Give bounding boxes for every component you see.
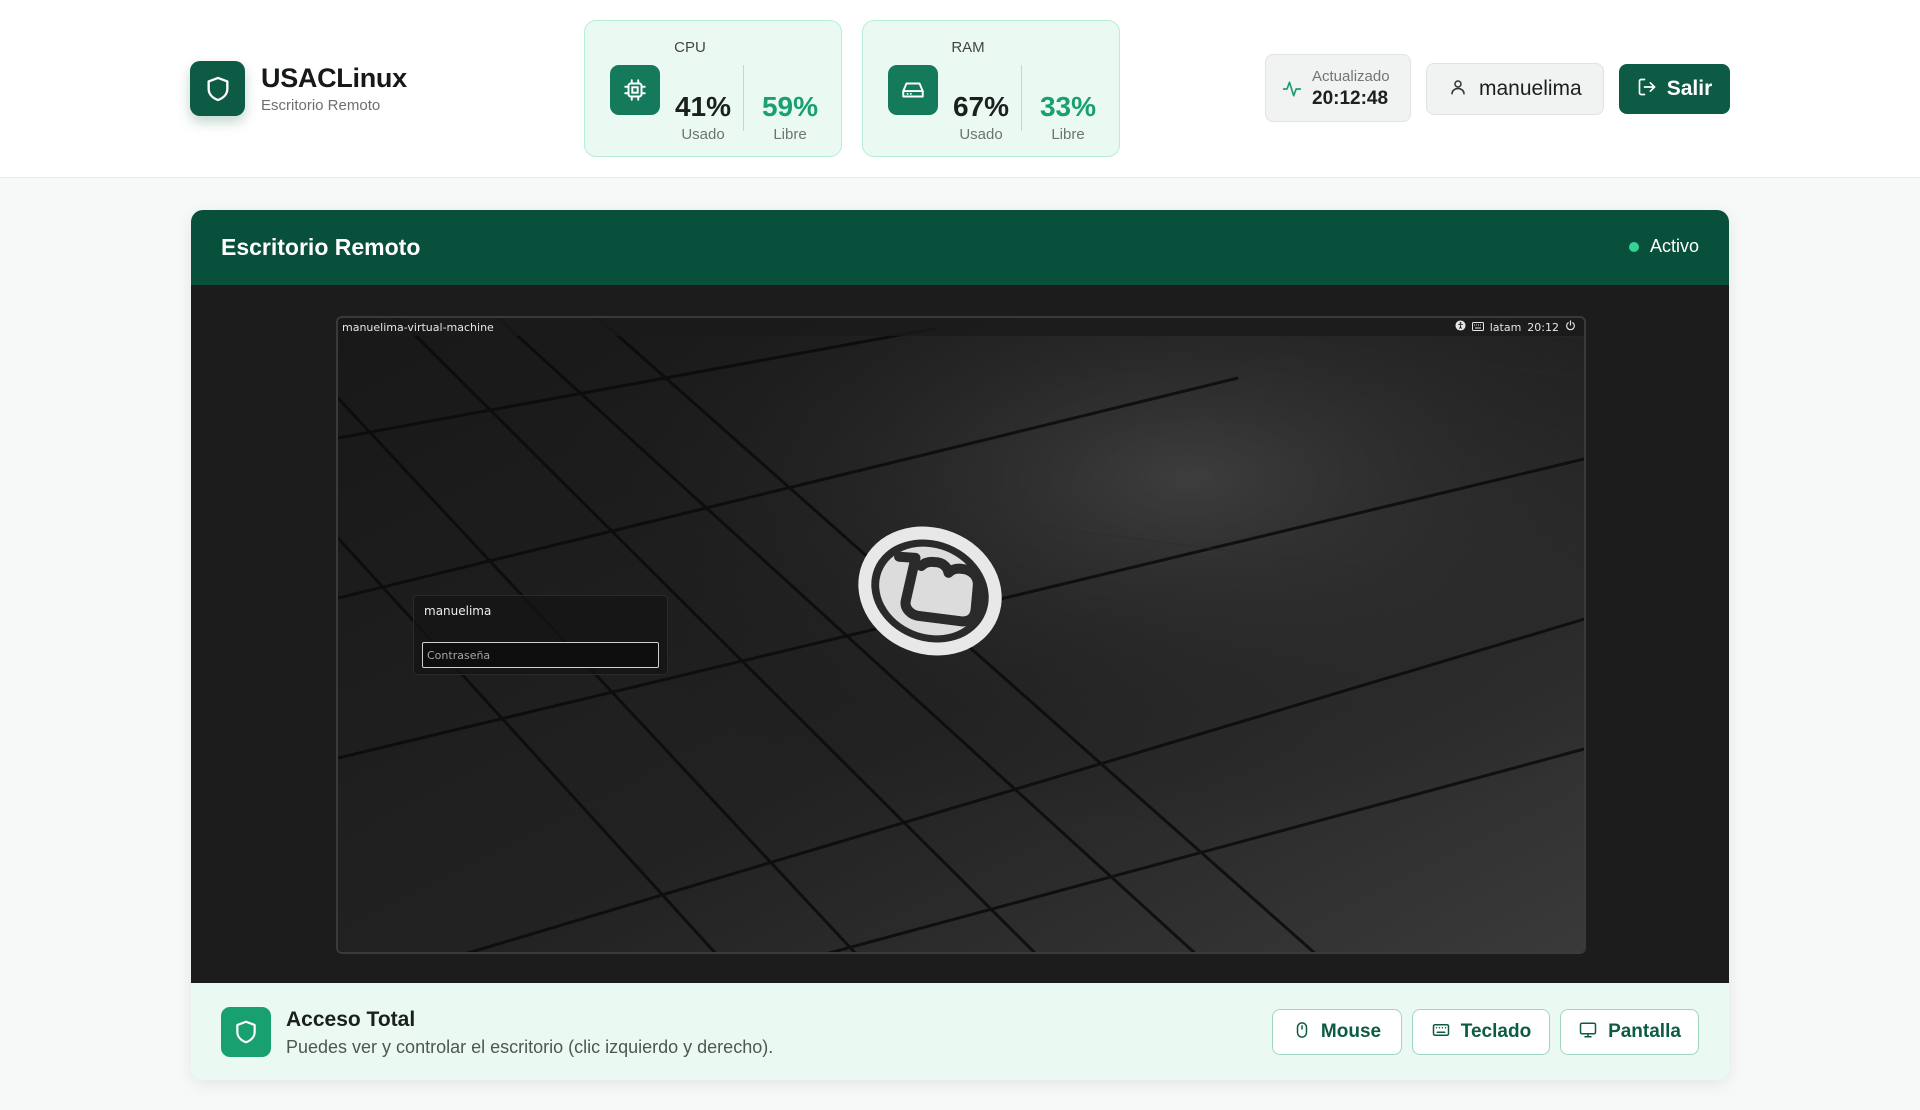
password-field[interactable] bbox=[422, 642, 659, 668]
updated-time: 20:12:48 bbox=[1312, 88, 1389, 109]
screen-button[interactable]: Pantalla bbox=[1560, 1009, 1699, 1055]
accessibility-icon[interactable] bbox=[1455, 320, 1466, 334]
keyboard-layout[interactable]: latam bbox=[1490, 321, 1522, 334]
shield-icon bbox=[221, 1007, 271, 1057]
keyboard-label: Teclado bbox=[1460, 1021, 1532, 1042]
activity-icon bbox=[1282, 79, 1302, 104]
divider bbox=[1021, 65, 1022, 131]
monitor-icon bbox=[1578, 1021, 1598, 1044]
cpu-free-label: Libre bbox=[773, 126, 807, 143]
remote-viewer: manuelima-virtual-machine latam 20:12 ma… bbox=[191, 285, 1729, 983]
shield-icon bbox=[190, 61, 245, 116]
log-out-icon bbox=[1637, 77, 1657, 102]
status-text: Activo bbox=[1649, 236, 1699, 256]
remote-desktop-panel: Escritorio Remoto Activo manuelima-virtu… bbox=[191, 210, 1729, 1080]
keyboard-icon bbox=[1431, 1021, 1451, 1044]
status-dot bbox=[1628, 241, 1639, 252]
brand: USACLinux Escritorio Remoto bbox=[190, 61, 407, 116]
brand-subtitle: Escritorio Remoto bbox=[261, 97, 381, 114]
linux-mint-logo bbox=[850, 516, 1010, 671]
status-badge: Activo bbox=[1628, 236, 1699, 257]
access-description: Puedes ver y controlar el escritorio (cl… bbox=[286, 1037, 774, 1057]
cpu-free-value: 59% bbox=[761, 91, 819, 122]
user-icon bbox=[1449, 78, 1467, 101]
ram-free-label: Libre bbox=[1051, 126, 1085, 143]
cpu-label: CPU bbox=[674, 39, 706, 56]
remote-system-tray: latam 20:12 bbox=[1449, 320, 1576, 334]
access-title: Acceso Total bbox=[286, 1008, 416, 1031]
cpu-used-label: Usado bbox=[681, 126, 725, 143]
divider bbox=[743, 65, 744, 131]
remote-hostname: manuelima-virtual-machine bbox=[342, 321, 494, 334]
panel-title: Escritorio Remoto bbox=[221, 234, 421, 260]
ram-used-label: Usado bbox=[959, 126, 1003, 143]
remote-screen[interactable]: manuelima-virtual-machine latam 20:12 ma… bbox=[336, 316, 1586, 954]
access-footer: Acceso Total Puedes ver y controlar el e… bbox=[191, 983, 1729, 1080]
mouse-button[interactable]: Mouse bbox=[1272, 1009, 1402, 1055]
cpu-stat-card: CPU 41% Usado 59% Libre bbox=[584, 20, 842, 157]
mouse-icon bbox=[1293, 1021, 1311, 1044]
user-menu-button[interactable]: manuelima bbox=[1426, 63, 1604, 115]
screen-label: Pantalla bbox=[1608, 1021, 1681, 1042]
ram-label: RAM bbox=[951, 39, 985, 56]
login-username: manuelima bbox=[424, 604, 492, 618]
logout-button[interactable]: Salir bbox=[1619, 64, 1730, 114]
brand-title: USACLinux bbox=[261, 63, 407, 93]
cpu-chip-icon bbox=[610, 65, 660, 115]
power-icon[interactable] bbox=[1565, 320, 1576, 334]
keyboard-icon bbox=[1471, 321, 1484, 334]
ram-free-value: 33% bbox=[1039, 91, 1097, 122]
keyboard-button[interactable]: Teclado bbox=[1412, 1009, 1550, 1055]
last-updated: Actualizado 20:12:48 bbox=[1265, 54, 1411, 122]
cpu-used-value: 41% bbox=[674, 91, 732, 122]
ram-stat-card: RAM 67% Usado 33% Libre bbox=[862, 20, 1120, 157]
top-header: USACLinux Escritorio Remoto CPU 41% Usad… bbox=[0, 0, 1920, 178]
username: manuelima bbox=[1479, 77, 1582, 100]
login-dialog: manuelima bbox=[413, 595, 668, 675]
ram-used-value: 67% bbox=[952, 91, 1010, 122]
mouse-label: Mouse bbox=[1320, 1021, 1382, 1042]
logout-label: Salir bbox=[1666, 77, 1713, 100]
panel-header: Escritorio Remoto Activo bbox=[191, 210, 1729, 285]
remote-clock: 20:12 bbox=[1527, 320, 1559, 334]
updated-label: Actualizado bbox=[1312, 68, 1390, 85]
hard-drive-icon bbox=[888, 65, 938, 115]
